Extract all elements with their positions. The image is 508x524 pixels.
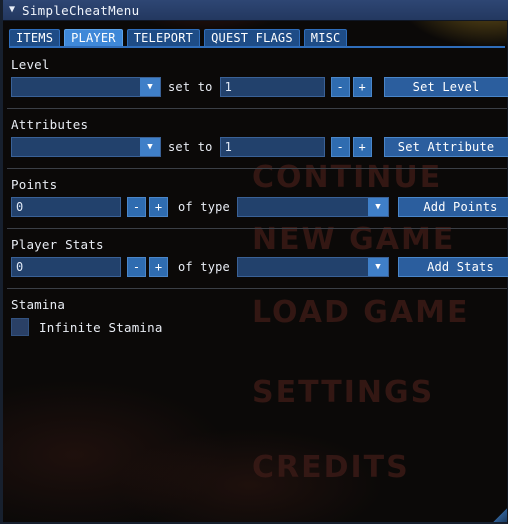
infinite-stamina-checkbox[interactable] [11,318,29,336]
set-level-button[interactable]: Set Level [383,77,508,97]
attribute-type-dropdown[interactable]: ▼ [11,137,161,157]
cheat-menu-window: ▼ SimpleCheatMenu ITEMS PLAYER TELEPORT … [0,0,508,524]
level-row: ▼ set to 1 - + Set Level [11,77,508,97]
tab-teleport[interactable]: TELEPORT [126,29,201,46]
window-resize-handle[interactable] [493,508,507,522]
chevron-down-icon: ▼ [367,258,388,276]
attribute-increment-button[interactable]: + [352,137,372,157]
tab-misc[interactable]: MISC [303,29,348,46]
points-of-type-label: of type [178,200,230,214]
level-decrement-button[interactable]: - [330,77,350,97]
window-title: SimpleCheatMenu [22,2,140,18]
divider-player-stats [7,288,507,289]
stats-decrement-button[interactable]: - [127,257,146,277]
tab-underline [9,46,505,48]
attribute-amount-input[interactable]: 1 [219,137,325,157]
attribute-decrement-button[interactable]: - [330,137,350,157]
tab-player[interactable]: PLAYER [64,29,123,46]
points-type-dropdown[interactable]: ▼ [236,197,389,217]
section-label-level: Level [11,57,50,72]
section-label-player-stats: Player Stats [11,237,104,252]
infinite-stamina-row[interactable]: Infinite Stamina [11,318,163,336]
level-type-dropdown[interactable]: ▼ [11,77,161,97]
player-stats-row: 0 - + of type ▼ Add Stats [11,257,508,277]
divider-attributes [7,168,507,169]
add-points-button[interactable]: Add Points [397,197,508,217]
chevron-down-icon: ▼ [140,78,160,96]
window-titlebar[interactable]: ▼ SimpleCheatMenu [3,0,508,21]
attributes-row: ▼ set to 1 - + Set Attribute [11,137,508,157]
stats-amount-input[interactable]: 0 [11,257,121,277]
section-label-attributes: Attributes [11,117,89,132]
level-set-to-label: set to [168,80,213,94]
chevron-down-icon: ▼ [367,198,388,216]
points-row: 0 - + of type ▼ Add Points [11,197,508,217]
divider-points [7,228,507,229]
level-amount-input[interactable]: 1 [219,77,325,97]
points-increment-button[interactable]: + [149,197,168,217]
stats-type-dropdown[interactable]: ▼ [236,257,389,277]
infinite-stamina-label: Infinite Stamina [39,319,163,335]
collapse-triangle-icon[interactable]: ▼ [9,5,15,15]
divider-level [7,108,507,109]
points-amount-input[interactable]: 0 [11,197,121,217]
points-decrement-button[interactable]: - [127,197,146,217]
attribute-set-to-label: set to [168,140,213,154]
section-label-points: Points [11,177,58,192]
stats-of-type-label: of type [178,260,230,274]
tab-items[interactable]: ITEMS [9,29,61,46]
chevron-down-icon: ▼ [140,138,160,156]
set-attribute-button[interactable]: Set Attribute [383,137,508,157]
tab-quest-flags[interactable]: QUEST FLAGS [204,29,300,46]
section-label-stamina: Stamina [11,297,66,312]
level-increment-button[interactable]: + [352,77,372,97]
stats-increment-button[interactable]: + [149,257,168,277]
add-stats-button[interactable]: Add Stats [397,257,508,277]
